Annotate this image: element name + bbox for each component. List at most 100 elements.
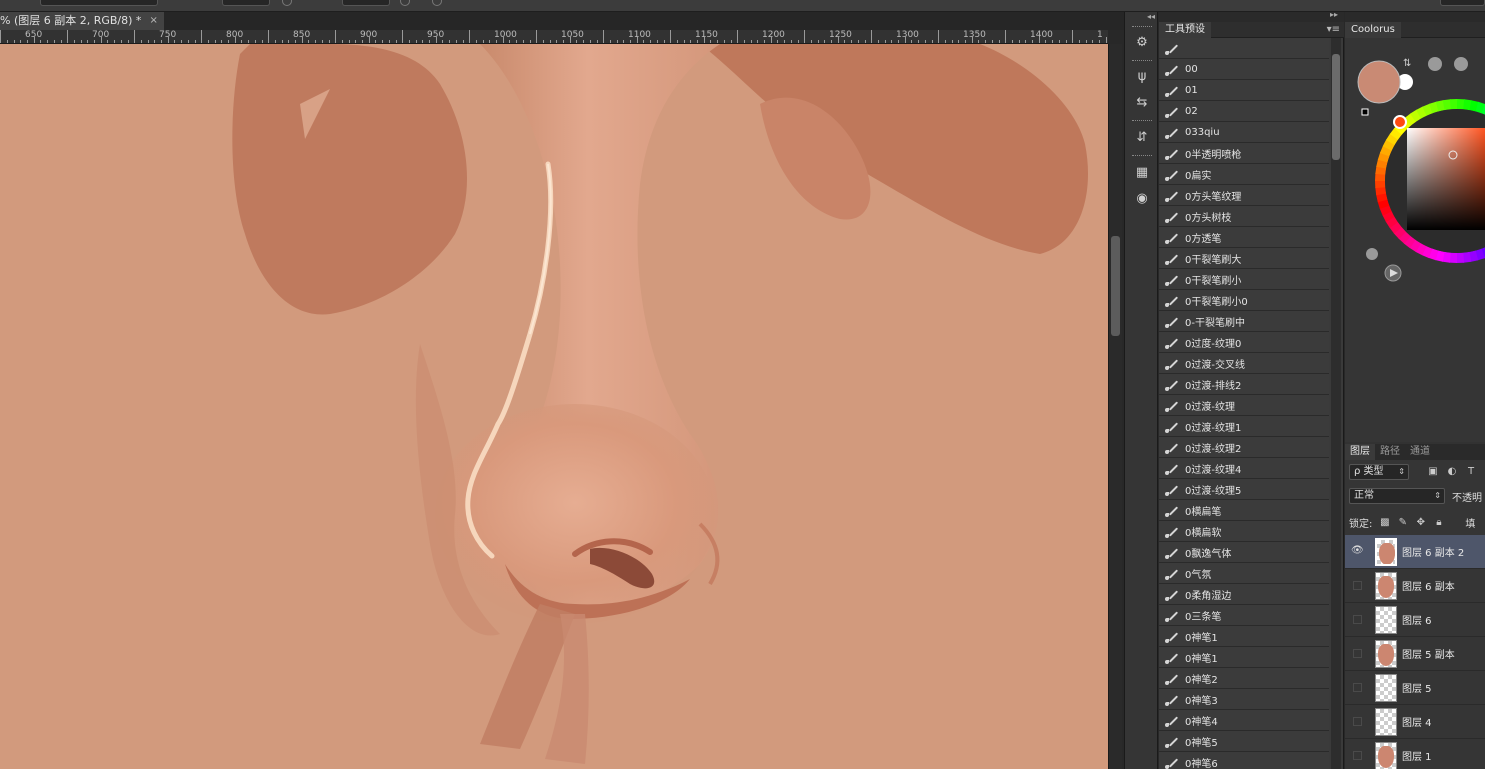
brush-preset-dropdown[interactable] xyxy=(40,0,158,6)
tool-preset-item[interactable]: 0过渡-排线2 xyxy=(1159,374,1329,395)
hue-handle[interactable] xyxy=(1393,115,1407,129)
layer-visibility-toggle[interactable] xyxy=(1345,637,1369,671)
brush-presets-icon[interactable]: ψ xyxy=(1133,68,1151,86)
tool-preset-item[interactable]: 0神笔1 xyxy=(1159,647,1329,668)
tool-preset-item[interactable]: 0方头树枝 xyxy=(1159,206,1329,227)
ruler-label: 1250 xyxy=(829,30,852,40)
tool-preset-name: 00 xyxy=(1185,63,1198,75)
layer-filter-dropdown[interactable]: ρ 类型 ⇕ xyxy=(1349,464,1409,480)
layer-row[interactable]: 图层 1 xyxy=(1345,739,1485,769)
tool-preset-item[interactable]: 0干裂笔刷小 xyxy=(1159,269,1329,290)
pressure-opacity-icon[interactable] xyxy=(282,0,292,6)
lock-transparent-icon[interactable]: ▩ xyxy=(1379,517,1390,528)
swatches-icon[interactable]: ▦ xyxy=(1133,164,1151,182)
tool-preset-item[interactable]: 0扁实 xyxy=(1159,164,1329,185)
workspace-dropdown[interactable] xyxy=(1440,0,1485,6)
layers-tab[interactable]: 图层 xyxy=(1345,444,1375,460)
tool-preset-item[interactable]: 0过渡-纹理 xyxy=(1159,395,1329,416)
opacity-dropdown[interactable] xyxy=(222,0,270,6)
color-harmony-icon[interactable] xyxy=(1366,248,1378,260)
layer-row[interactable]: 图层 5 xyxy=(1345,671,1485,705)
tool-preset-item[interactable]: 033qiu xyxy=(1159,122,1329,143)
layer-row[interactable]: 👁︎ 图层 6 副本 2 xyxy=(1345,535,1485,569)
tool-preset-item[interactable]: 0神笔1 xyxy=(1159,626,1329,647)
tool-preset-item[interactable]: 0横扁笔 xyxy=(1159,500,1329,521)
lock-all-icon[interactable]: 🔒︎ xyxy=(1433,517,1444,528)
lock-image-icon[interactable]: ✎ xyxy=(1397,517,1408,528)
canvas-vertical-scrollbar[interactable] xyxy=(1108,44,1122,769)
flow-dropdown[interactable] xyxy=(342,0,390,6)
tool-preset-item[interactable]: 0方透笔 xyxy=(1159,227,1329,248)
dock-grip[interactable] xyxy=(1132,26,1152,28)
clone-source-icon[interactable]: ⚙ xyxy=(1133,34,1151,52)
swap-colors-icon[interactable]: ⇅ xyxy=(1403,58,1411,69)
panel-menu-icon[interactable]: ▾≡ xyxy=(1327,22,1340,38)
dock-grip[interactable] xyxy=(1132,155,1152,157)
default-colors-icon[interactable] xyxy=(1361,108,1369,116)
tool-preset-item[interactable]: 0过渡-纹理4 xyxy=(1159,458,1329,479)
color-wheel[interactable]: ⇅ xyxy=(1345,38,1485,442)
layer-visibility-toggle[interactable] xyxy=(1345,739,1369,769)
dock-grip[interactable] xyxy=(1132,60,1152,62)
tab-coolorus[interactable]: Coolorus xyxy=(1345,22,1401,38)
tool-preset-item[interactable]: 0气氛 xyxy=(1159,563,1329,584)
tool-preset-item[interactable]: 01 xyxy=(1159,80,1329,101)
dock-grip[interactable] xyxy=(1132,120,1152,122)
adjustments-icon[interactable]: ⇆ xyxy=(1133,94,1151,112)
tool-preset-item[interactable]: 0-干裂笔刷中 xyxy=(1159,311,1329,332)
tool-preset-item[interactable]: 0过渡-纹理2 xyxy=(1159,437,1329,458)
layer-visibility-toggle[interactable]: 👁︎ xyxy=(1345,535,1369,569)
tool-preset-item[interactable]: 0干裂笔刷大 xyxy=(1159,248,1329,269)
tool-preset-item[interactable]: 0神笔3 xyxy=(1159,689,1329,710)
layer-row[interactable]: 图层 6 xyxy=(1345,603,1485,637)
wheel-mode-icon[interactable] xyxy=(1428,57,1442,71)
wheel-mode-icon[interactable] xyxy=(1454,57,1468,71)
pressure-size-icon[interactable] xyxy=(432,0,442,6)
layers-tab[interactable]: 路径 xyxy=(1375,444,1405,460)
canvas[interactable] xyxy=(0,44,1108,769)
tool-preset-item[interactable]: 0方头笔纹理 xyxy=(1159,185,1329,206)
collapse-dock-icon[interactable]: ◂◂ xyxy=(1147,12,1155,21)
tool-preset-item[interactable]: 0过渡-纹理5 xyxy=(1159,479,1329,500)
expand-panels-icon[interactable]: ▸▸ xyxy=(1330,10,1338,19)
tool-preset-item[interactable]: 0过渡-交叉线 xyxy=(1159,353,1329,374)
palette-icon[interactable]: ◉ xyxy=(1133,190,1151,208)
layer-row[interactable]: 图层 5 副本 xyxy=(1345,637,1485,671)
tool-preset-item[interactable]: 0三条笔 xyxy=(1159,605,1329,626)
layer-visibility-toggle[interactable] xyxy=(1345,569,1369,603)
tool-preset-item[interactable]: 02 xyxy=(1159,101,1329,122)
tool-presets-scrollbar[interactable] xyxy=(1331,38,1341,769)
filter-type-icon[interactable]: T xyxy=(1465,466,1477,478)
tool-preset-item[interactable]: 0神笔5 xyxy=(1159,731,1329,752)
airbrush-icon[interactable] xyxy=(400,0,410,6)
close-document-icon[interactable]: × xyxy=(149,12,157,30)
history-icon[interactable]: ⇵ xyxy=(1133,129,1151,147)
tool-preset-item[interactable]: 0飘逸气体 xyxy=(1159,542,1329,563)
tool-preset-item[interactable]: 0半透明喷枪 xyxy=(1159,143,1329,164)
layer-row[interactable]: 图层 4 xyxy=(1345,705,1485,739)
layer-visibility-toggle[interactable] xyxy=(1345,671,1369,705)
filter-pixel-icon[interactable]: ▣ xyxy=(1427,466,1439,478)
filter-adjustment-icon[interactable]: ◐ xyxy=(1446,466,1458,478)
blend-mode-dropdown[interactable]: 正常 ⇕ xyxy=(1349,488,1445,504)
layer-row[interactable]: 图层 6 副本 xyxy=(1345,569,1485,603)
canvas-scroll-thumb[interactable] xyxy=(1111,236,1120,336)
tool-preset-item[interactable] xyxy=(1159,38,1329,59)
current-color-swatch[interactable] xyxy=(1357,60,1401,104)
layer-visibility-toggle[interactable] xyxy=(1345,603,1369,637)
tab-tool-presets[interactable]: 工具预设 xyxy=(1159,22,1211,38)
document-tab[interactable]: % (图层 6 副本 2, RGB/8) * × xyxy=(0,12,164,30)
tool-preset-item[interactable]: 0横扁软 xyxy=(1159,521,1329,542)
tool-preset-item[interactable]: 0神笔4 xyxy=(1159,710,1329,731)
lock-position-icon[interactable]: ✥ xyxy=(1415,517,1426,528)
tool-preset-item[interactable]: 00 xyxy=(1159,59,1329,80)
tool-preset-item[interactable]: 0神笔2 xyxy=(1159,668,1329,689)
tool-preset-item[interactable]: 0过度-纹理0 xyxy=(1159,332,1329,353)
layers-tab[interactable]: 通道 xyxy=(1405,444,1435,460)
layer-visibility-toggle[interactable] xyxy=(1345,705,1369,739)
tool-preset-item[interactable]: 0柔角湿边 xyxy=(1159,584,1329,605)
tool-preset-item[interactable]: 0干裂笔刷小0 xyxy=(1159,290,1329,311)
tool-presets-scroll-thumb[interactable] xyxy=(1332,54,1340,160)
tool-preset-item[interactable]: 0神笔6 xyxy=(1159,752,1329,769)
tool-preset-item[interactable]: 0过渡-纹理1 xyxy=(1159,416,1329,437)
